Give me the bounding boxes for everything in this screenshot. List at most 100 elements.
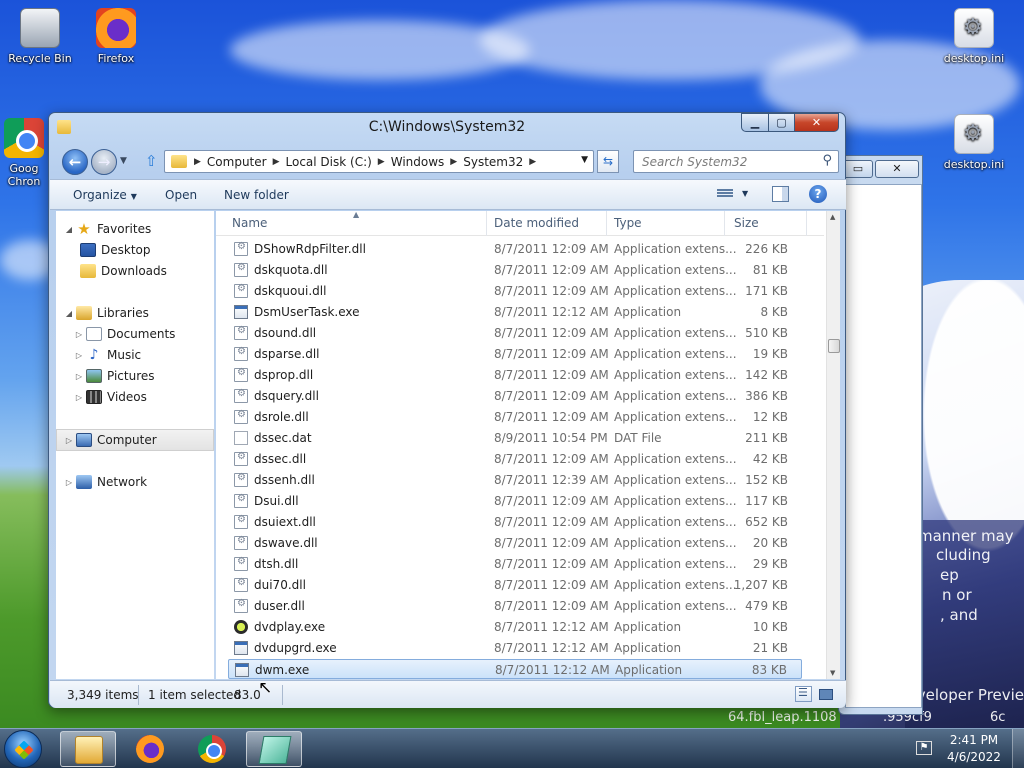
search-icon[interactable]: ⚲ bbox=[822, 153, 832, 168]
search-box[interactable]: ⚲ bbox=[633, 150, 839, 173]
collapsed-triangle-icon[interactable]: ▷ bbox=[74, 330, 84, 339]
file-row[interactable]: dssec.dat 8/9/2011 10:54 PM DAT File 211 KB bbox=[228, 428, 802, 448]
column-divider[interactable] bbox=[606, 211, 607, 236]
desktop-icon-recycle-bin[interactable]: Recycle Bin bbox=[0, 8, 80, 65]
file-row[interactable]: dsprop.dll 8/7/2011 12:09 AM Application e… bbox=[228, 365, 802, 385]
action-center-flag-icon[interactable]: ⚑ bbox=[916, 741, 932, 755]
back-button[interactable]: ← bbox=[62, 149, 88, 175]
scroll-down-arrow-icon[interactable]: ▼ bbox=[830, 669, 835, 677]
file-row[interactable]: dsquery.dll 8/7/2011 12:09 AM Application … bbox=[228, 386, 802, 406]
column-header-type[interactable]: Type bbox=[614, 216, 642, 230]
file-row[interactable]: dsrole.dll 8/7/2011 12:09 AM Application e… bbox=[228, 407, 802, 427]
taskbar-notepad-button[interactable] bbox=[246, 731, 302, 767]
preview-pane-icon[interactable] bbox=[772, 186, 789, 202]
column-divider[interactable] bbox=[486, 211, 487, 236]
taskbar-chrome-button[interactable] bbox=[184, 731, 240, 767]
nav-item-favorites[interactable]: ◢ ★ Favorites bbox=[64, 219, 151, 239]
open-button[interactable]: Open bbox=[165, 188, 197, 202]
nav-item-libraries[interactable]: ◢ Libraries bbox=[64, 303, 149, 323]
nav-item-desktop[interactable]: Desktop bbox=[78, 240, 151, 260]
file-row[interactable]: DShowRdpFilter.dll 8/7/2011 12:09 AM Appli… bbox=[228, 239, 802, 259]
chevron-right-icon[interactable]: ▶ bbox=[375, 157, 388, 167]
chevron-right-icon[interactable]: ▶ bbox=[526, 157, 539, 167]
start-button[interactable] bbox=[4, 730, 42, 768]
collapsed-triangle-icon[interactable]: ▷ bbox=[74, 372, 84, 381]
chevron-right-icon[interactable]: ▶ bbox=[191, 157, 204, 167]
view-options-dropdown[interactable]: ▼ bbox=[742, 189, 748, 198]
expanded-triangle-icon[interactable]: ◢ bbox=[64, 225, 74, 234]
file-row[interactable]: dtsh.dll 8/7/2011 12:09 AM Application ext… bbox=[228, 554, 802, 574]
nav-item-music[interactable]: ▷ ♪ Music bbox=[74, 345, 141, 365]
file-row[interactable]: dskquoui.dll 8/7/2011 12:09 AM Application… bbox=[228, 281, 802, 301]
up-one-level-button[interactable]: ⇧ bbox=[145, 152, 158, 170]
file-row[interactable]: dui70.dll 8/7/2011 12:09 AM Application ex… bbox=[228, 575, 802, 595]
nav-item-pictures[interactable]: ▷ Pictures bbox=[74, 366, 155, 386]
file-row[interactable]: dswave.dll 8/7/2011 12:09 AM Application e… bbox=[228, 533, 802, 553]
column-divider[interactable] bbox=[806, 211, 807, 236]
show-desktop-button[interactable] bbox=[1012, 729, 1024, 769]
address-bar[interactable]: ▶ Computer ▶ Local Disk (C:) ▶ Windows ▶… bbox=[164, 150, 594, 173]
nav-item-downloads[interactable]: Downloads bbox=[78, 261, 167, 281]
refresh-button[interactable]: ⇆ bbox=[597, 150, 619, 173]
close-icon[interactable]: ✕ bbox=[875, 160, 919, 178]
help-icon[interactable]: ? bbox=[809, 185, 827, 203]
nav-item-videos[interactable]: ▷ Videos bbox=[74, 387, 147, 407]
file-row[interactable]: dsparse.dll 8/7/2011 12:09 AM Application … bbox=[228, 344, 802, 364]
forward-button[interactable]: → bbox=[91, 149, 117, 175]
taskbar-explorer-button[interactable] bbox=[60, 731, 116, 767]
desktop-icon-chrome[interactable]: Goog Chron bbox=[0, 118, 54, 188]
file-row[interactable]: dvdupgrd.exe 8/7/2011 12:12 AM Application… bbox=[228, 638, 802, 658]
collapsed-triangle-icon[interactable]: ▷ bbox=[74, 393, 84, 402]
address-history-dropdown[interactable]: ▼ bbox=[581, 155, 588, 165]
large-icons-view-button[interactable] bbox=[817, 686, 834, 702]
collapsed-triangle-icon[interactable]: ▷ bbox=[64, 478, 74, 487]
file-row[interactable]: dskquota.dll 8/7/2011 12:09 AM Application… bbox=[228, 260, 802, 280]
breadcrumb-computer[interactable]: Computer bbox=[204, 155, 270, 169]
column-divider[interactable] bbox=[724, 211, 725, 236]
collapsed-triangle-icon[interactable]: ▷ bbox=[64, 436, 74, 445]
new-folder-button[interactable]: New folder bbox=[224, 188, 289, 202]
file-row[interactable]: Dsui.dll 8/7/2011 12:09 AM Application ext… bbox=[228, 491, 802, 511]
minimize-button[interactable]: ▁ bbox=[741, 113, 768, 132]
breadcrumb-windows[interactable]: Windows bbox=[388, 155, 448, 169]
search-input[interactable] bbox=[640, 152, 820, 172]
desktop-icon-desktop-ini[interactable]: desktop.ini bbox=[934, 114, 1014, 171]
column-header-size[interactable]: Size bbox=[734, 216, 759, 230]
column-header-name[interactable]: Name bbox=[232, 216, 267, 230]
breadcrumb-local-disk[interactable]: Local Disk (C:) bbox=[283, 155, 375, 169]
column-header-date-modified[interactable]: Date modified bbox=[494, 216, 579, 230]
nav-item-documents[interactable]: ▷ Documents bbox=[74, 324, 175, 344]
breadcrumb-system32[interactable]: System32 bbox=[460, 155, 526, 169]
explorer-window[interactable]: C:\Windows\System32 ▁ ▢ ✕ ← → ▼ ⇧ ▶ Comp… bbox=[48, 112, 846, 708]
taskbar-firefox-button[interactable] bbox=[122, 731, 178, 767]
file-row[interactable]: duser.dll 8/7/2011 12:09 AM Application ex… bbox=[228, 596, 802, 616]
expanded-triangle-icon[interactable]: ◢ bbox=[64, 309, 74, 318]
file-row[interactable]: dssec.dll 8/7/2011 12:09 AM Application ex… bbox=[228, 449, 802, 469]
details-view-button[interactable] bbox=[795, 686, 812, 702]
file-row[interactable]: dssenh.dll 8/7/2011 12:39 AM Application e… bbox=[228, 470, 802, 490]
organize-button[interactable]: Organize ▼ bbox=[73, 188, 137, 202]
close-button[interactable]: ✕ bbox=[795, 113, 839, 132]
maximize-icon[interactable]: ▭ bbox=[843, 160, 873, 178]
file-row[interactable]: dsuiext.dll 8/7/2011 12:09 AM Application … bbox=[228, 512, 802, 532]
file-row[interactable]: dsound.dll 8/7/2011 12:09 AM Application e… bbox=[228, 323, 802, 343]
chevron-right-icon[interactable]: ▶ bbox=[270, 157, 283, 167]
file-row[interactable]: DsmUserTask.exe 8/7/2011 12:12 AM Applicat… bbox=[228, 302, 802, 322]
nav-item-computer[interactable]: ▷ Computer bbox=[64, 430, 157, 450]
vertical-scrollbar[interactable]: ▲ ▼ bbox=[826, 211, 840, 679]
file-row[interactable]: dvdplay.exe 8/7/2011 12:12 AM Application 1… bbox=[228, 617, 802, 637]
recent-pages-dropdown[interactable]: ▼ bbox=[120, 156, 127, 166]
background-window[interactable]: ▭ ✕ bbox=[838, 155, 923, 715]
scroll-up-arrow-icon[interactable]: ▲ bbox=[830, 213, 835, 221]
desktop-icon-desktop-ini[interactable]: desktop.ini bbox=[934, 8, 1014, 65]
change-view-icon[interactable] bbox=[717, 188, 733, 200]
desktop-icon-firefox[interactable]: Firefox bbox=[76, 8, 156, 65]
file-row[interactable]: dwm.exe 8/7/2011 12:12 AM Application 83 KB bbox=[228, 659, 802, 679]
clock-time[interactable]: 2:41 PM bbox=[944, 733, 1004, 747]
collapsed-triangle-icon[interactable]: ▷ bbox=[74, 351, 84, 360]
maximize-button[interactable]: ▢ bbox=[768, 113, 795, 132]
clock-date[interactable]: 4/6/2022 bbox=[944, 750, 1004, 764]
chevron-right-icon[interactable]: ▶ bbox=[447, 157, 460, 167]
scrollbar-thumb[interactable] bbox=[828, 339, 840, 353]
nav-item-network[interactable]: ▷ Network bbox=[64, 472, 147, 492]
